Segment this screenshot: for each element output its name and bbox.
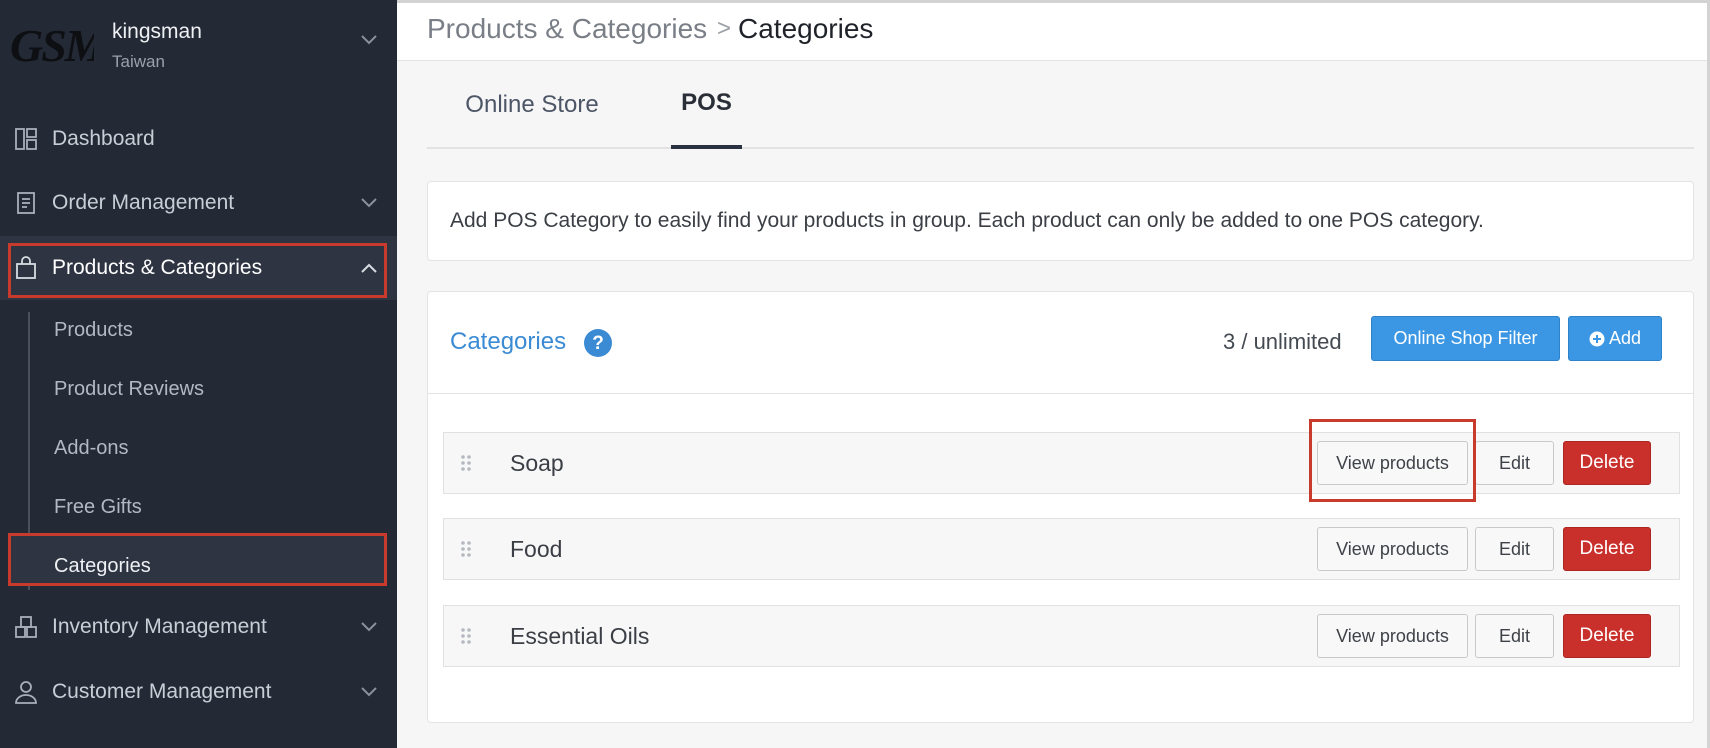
chevron-down-icon (361, 35, 377, 45)
sidebar-item-inventory-management[interactable]: Inventory Management (0, 595, 397, 659)
panel-title: Categories (450, 328, 567, 355)
sidebar-subitem-add-ons[interactable]: Add-ons (54, 437, 129, 460)
shop-name: kingsman (112, 20, 202, 43)
svg-text:?: ? (592, 333, 604, 354)
chevron-up-icon (361, 263, 377, 273)
breadcrumb-parent[interactable]: Products & Categories (427, 13, 707, 45)
view-products-button[interactable]: View products (1317, 614, 1468, 658)
add-category-button[interactable]: Add (1568, 316, 1662, 361)
sidebar-item-label: Inventory Management (52, 615, 267, 638)
category-name: Food (510, 536, 563, 562)
sidebar-subitem-free-gifts[interactable]: Free Gifts (54, 496, 142, 519)
breadcrumb-separator: > (717, 15, 732, 42)
help-icon[interactable]: ? (583, 328, 613, 358)
sidebar-item-label: Products & Categories (52, 256, 263, 279)
edit-button[interactable]: Edit (1475, 527, 1554, 571)
sidebar-item-order-management[interactable]: Order Management (0, 171, 397, 235)
online-shop-filter-button[interactable]: Online Shop Filter (1371, 316, 1560, 361)
category-row-essential-oils[interactable]: Essential Oils View products Edit Delete (443, 605, 1680, 667)
delete-button[interactable]: Delete (1563, 527, 1651, 571)
view-products-button[interactable]: View products (1317, 441, 1468, 485)
sidebar-item-label: Order Management (52, 191, 235, 214)
panel-header: Categories ? 3 / unlimited Online Shop F… (428, 292, 1693, 394)
page-title: Categories (738, 13, 874, 44)
info-notice: Add POS Category to easily find your pro… (427, 181, 1694, 261)
drag-handle-icon[interactable] (458, 626, 474, 646)
edit-button[interactable]: Edit (1475, 614, 1554, 658)
shop-switcher[interactable]: GSM kingsman Taiwan (0, 0, 397, 105)
shop-logo: GSM (10, 20, 94, 71)
category-name: Essential Oils (510, 623, 650, 649)
drag-handle-icon[interactable] (458, 539, 474, 559)
category-row-food[interactable]: Food View products Edit Delete (443, 518, 1680, 580)
sidebar-item-dashboard[interactable]: Dashboard (0, 107, 397, 171)
category-name: Soap (510, 450, 564, 476)
delete-button[interactable]: Delete (1563, 614, 1651, 658)
category-count: 3 / unlimited (1223, 329, 1342, 354)
category-row-soap[interactable]: Soap View products Edit Delete (443, 432, 1680, 494)
delete-button[interactable]: Delete (1563, 441, 1651, 485)
view-products-button[interactable]: View products (1317, 527, 1468, 571)
chevron-down-icon (361, 622, 377, 632)
dashboard-icon (15, 128, 37, 150)
chevron-down-icon (361, 198, 377, 208)
categories-panel: Categories ? 3 / unlimited Online Shop F… (427, 291, 1694, 723)
shop-region: Taiwan (112, 52, 165, 71)
tab-pos[interactable]: POS (671, 61, 742, 149)
tab-online-store[interactable]: Online Store (447, 61, 617, 149)
edit-button[interactable]: Edit (1475, 441, 1554, 485)
plus-circle-icon (1589, 331, 1605, 346)
main-content: Products & Categories > Categories Onlin… (397, 0, 1710, 748)
boxes-icon (15, 616, 37, 638)
breadcrumb: Products & Categories > Categories (397, 3, 1707, 61)
chevron-down-icon (361, 687, 377, 697)
add-button-label: Add (1608, 328, 1642, 348)
sidebar-subitem-products[interactable]: Products (54, 319, 133, 342)
sidebar-subitem-categories[interactable]: Categories (54, 555, 151, 578)
drag-handle-icon[interactable] (458, 453, 474, 473)
clipboard-icon (17, 192, 35, 214)
sidebar-item-label: Dashboard (52, 127, 155, 150)
sidebar-item-customer-management[interactable]: Customer Management (0, 660, 397, 724)
sidebar: GSM kingsman Taiwan Dashboard Order Mana… (0, 0, 397, 748)
sidebar-subitem-product-reviews[interactable]: Product Reviews (54, 378, 204, 401)
user-icon (15, 681, 37, 704)
sidebar-item-products-categories[interactable]: Products & Categories (0, 236, 397, 300)
shopping-bag-icon (16, 256, 36, 279)
store-tabs: Online Store POS (427, 61, 1694, 149)
info-text: Add POS Category to easily find your pro… (450, 209, 1484, 232)
sidebar-item-label: Customer Management (52, 680, 272, 703)
